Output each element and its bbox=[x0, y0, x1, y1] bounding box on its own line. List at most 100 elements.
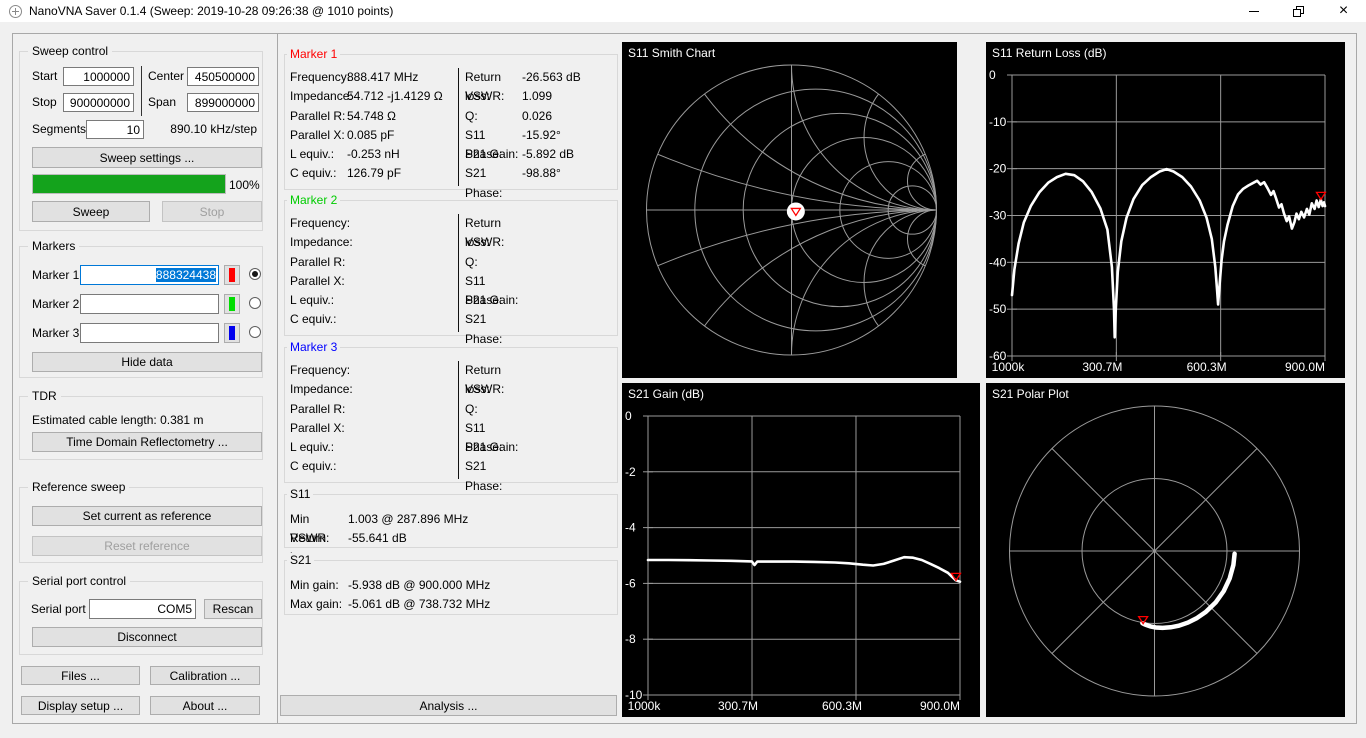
about-button[interactable]: About ... bbox=[150, 696, 260, 715]
svg-text:300.7M: 300.7M bbox=[1082, 360, 1122, 374]
info-row: S11 Phase: bbox=[465, 419, 613, 438]
field-label: Parallel X: bbox=[290, 272, 347, 291]
column-separator bbox=[141, 66, 142, 116]
minimize-button[interactable] bbox=[1231, 0, 1276, 22]
info-row: Q:0.026 bbox=[465, 107, 613, 126]
info-row: VSWR: bbox=[465, 380, 613, 399]
info-row: C equiv.: bbox=[290, 457, 456, 476]
marker-1-color-swatch[interactable] bbox=[224, 265, 240, 285]
sweep-control-group: Sweep control Start Center Stop Span Seg… bbox=[19, 51, 263, 231]
svg-text:0: 0 bbox=[989, 68, 996, 82]
sweep-button[interactable]: Sweep bbox=[32, 201, 150, 222]
field-label: C equiv.: bbox=[290, 164, 347, 183]
s11-smith-chart[interactable] bbox=[622, 42, 957, 378]
sweep-progress-bar bbox=[32, 174, 226, 194]
field-label: S21 Phase: bbox=[465, 310, 522, 329]
close-button[interactable]: × bbox=[1321, 0, 1366, 22]
field-value: 0.026 bbox=[522, 107, 552, 126]
s11-smith-chart-panel: S11 Smith Chart bbox=[622, 42, 957, 378]
calibration-button[interactable]: Calibration ... bbox=[150, 666, 260, 685]
display-setup-button[interactable]: Display setup ... bbox=[21, 696, 140, 715]
field-value: -5.892 dB bbox=[522, 145, 574, 164]
marker-info-left-column: Frequency:Impedance:Parallel R:Parallel … bbox=[290, 214, 456, 330]
sweep-settings-button[interactable]: Sweep settings ... bbox=[32, 147, 262, 168]
info-row: L equiv.:-0.253 nH bbox=[290, 145, 456, 164]
svg-text:-6: -6 bbox=[625, 576, 636, 590]
rescan-button[interactable]: Rescan bbox=[204, 599, 262, 619]
field-label: Return loss: bbox=[290, 529, 348, 548]
field-label: Return loss: bbox=[465, 214, 522, 233]
info-row: Parallel X: bbox=[290, 272, 456, 291]
restore-button[interactable] bbox=[1276, 0, 1321, 22]
field-label: S21 Phase: bbox=[465, 164, 522, 183]
info-row: Impedance: bbox=[290, 380, 456, 399]
marker-3-frequency-input[interactable] bbox=[80, 323, 219, 343]
info-row: S21 Phase:-98.88° bbox=[465, 164, 613, 183]
info-row: Parallel R: bbox=[290, 253, 456, 272]
info-row: Frequency:888.417 MHz bbox=[290, 68, 456, 87]
marker-info-left-column: Frequency:Impedance:Parallel R:Parallel … bbox=[290, 361, 456, 477]
field-value: -26.563 dB bbox=[522, 68, 581, 87]
svg-text:900.0M: 900.0M bbox=[920, 699, 960, 713]
set-reference-button[interactable]: Set current as reference bbox=[32, 506, 262, 526]
close-icon: × bbox=[1339, 5, 1348, 17]
s21-gain-chart[interactable]: 1000k300.7M600.3M900.0M0-2-4-6-8-10 bbox=[622, 383, 980, 717]
serial-port-input[interactable] bbox=[89, 599, 196, 619]
info-row: Min VSWR:1.003 @ 287.896 MHz bbox=[290, 510, 613, 529]
marker-3-color-swatch[interactable] bbox=[224, 323, 240, 343]
files-button[interactable]: Files ... bbox=[21, 666, 140, 685]
s11-return-loss-chart[interactable]: 1000k300.7M600.3M900.0M0-10-20-30-40-50-… bbox=[986, 42, 1345, 378]
window-controls: × bbox=[1231, 0, 1366, 22]
info-row: S21 Gain:-5.892 dB bbox=[465, 145, 613, 164]
reference-sweep-group: Reference sweep Set current as reference… bbox=[19, 487, 263, 563]
stop-frequency-input[interactable] bbox=[63, 93, 134, 112]
tdr-group: TDR Estimated cable length: 0.381 m Time… bbox=[19, 396, 263, 460]
analysis-button[interactable]: Analysis ... bbox=[280, 695, 617, 716]
field-label: C equiv.: bbox=[290, 310, 347, 329]
marker-2-frequency-input[interactable] bbox=[80, 294, 219, 314]
center-frequency-input[interactable] bbox=[187, 67, 259, 86]
svg-text:0: 0 bbox=[625, 409, 632, 423]
window-title: NanoVNA Saver 0.1.4 (Sweep: 2019-10-28 0… bbox=[29, 4, 393, 18]
marker-1-radio[interactable] bbox=[249, 268, 261, 280]
marker-2-radio[interactable] bbox=[249, 297, 261, 309]
group-title: Marker 3 bbox=[287, 340, 340, 354]
color-fill bbox=[229, 326, 235, 340]
field-value: 1.003 @ 287.896 MHz bbox=[348, 510, 468, 529]
marker-2-label: Marker 2 bbox=[32, 297, 79, 311]
center-label: Center bbox=[148, 69, 184, 83]
info-row: L equiv.: bbox=[290, 438, 456, 457]
field-label: S21 Gain: bbox=[465, 291, 522, 310]
info-row: Q: bbox=[465, 253, 613, 272]
info-row: VSWR:1.099 bbox=[465, 87, 613, 106]
marker-3-info-group: Marker 3 Frequency:Impedance:Parallel R:… bbox=[284, 347, 618, 483]
span-frequency-input[interactable] bbox=[187, 93, 259, 112]
svg-text:-10: -10 bbox=[989, 115, 1007, 129]
info-row: Return loss: bbox=[465, 214, 613, 233]
chart-title: S21 Gain (dB) bbox=[628, 387, 704, 401]
chart-title: S21 Polar Plot bbox=[992, 387, 1069, 401]
s21-gain-chart-panel: S21 Gain (dB) 1000k300.7M600.3M900.0M0-2… bbox=[622, 383, 980, 717]
field-label: Frequency: bbox=[290, 361, 347, 380]
tdr-button[interactable]: Time Domain Reflectometry ... bbox=[32, 432, 262, 452]
field-value: -55.641 dB bbox=[348, 529, 407, 548]
marker-3-radio[interactable] bbox=[249, 326, 261, 338]
disconnect-button[interactable]: Disconnect bbox=[32, 627, 262, 647]
selected-text: 888324438 bbox=[156, 268, 216, 282]
marker-2-color-swatch[interactable] bbox=[224, 294, 240, 314]
field-value: -98.88° bbox=[522, 164, 561, 183]
marker-1-frequency-input[interactable]: 888324438 bbox=[80, 265, 219, 285]
info-row: L equiv.: bbox=[290, 291, 456, 310]
s21-polar-plot[interactable] bbox=[986, 383, 1345, 717]
segments-input[interactable] bbox=[86, 120, 144, 139]
start-frequency-input[interactable] bbox=[63, 67, 134, 86]
group-title: Sweep control bbox=[28, 44, 112, 58]
info-row: Min gain:-5.938 dB @ 900.000 MHz bbox=[290, 576, 613, 595]
progress-percent-label: 100% bbox=[229, 178, 260, 192]
info-row: C equiv.: bbox=[290, 310, 456, 329]
info-row: Frequency: bbox=[290, 214, 456, 233]
progress-fill bbox=[33, 175, 225, 193]
field-label: S11 Phase: bbox=[465, 419, 522, 438]
hide-data-button[interactable]: Hide data bbox=[32, 352, 262, 372]
field-label: C equiv.: bbox=[290, 457, 347, 476]
